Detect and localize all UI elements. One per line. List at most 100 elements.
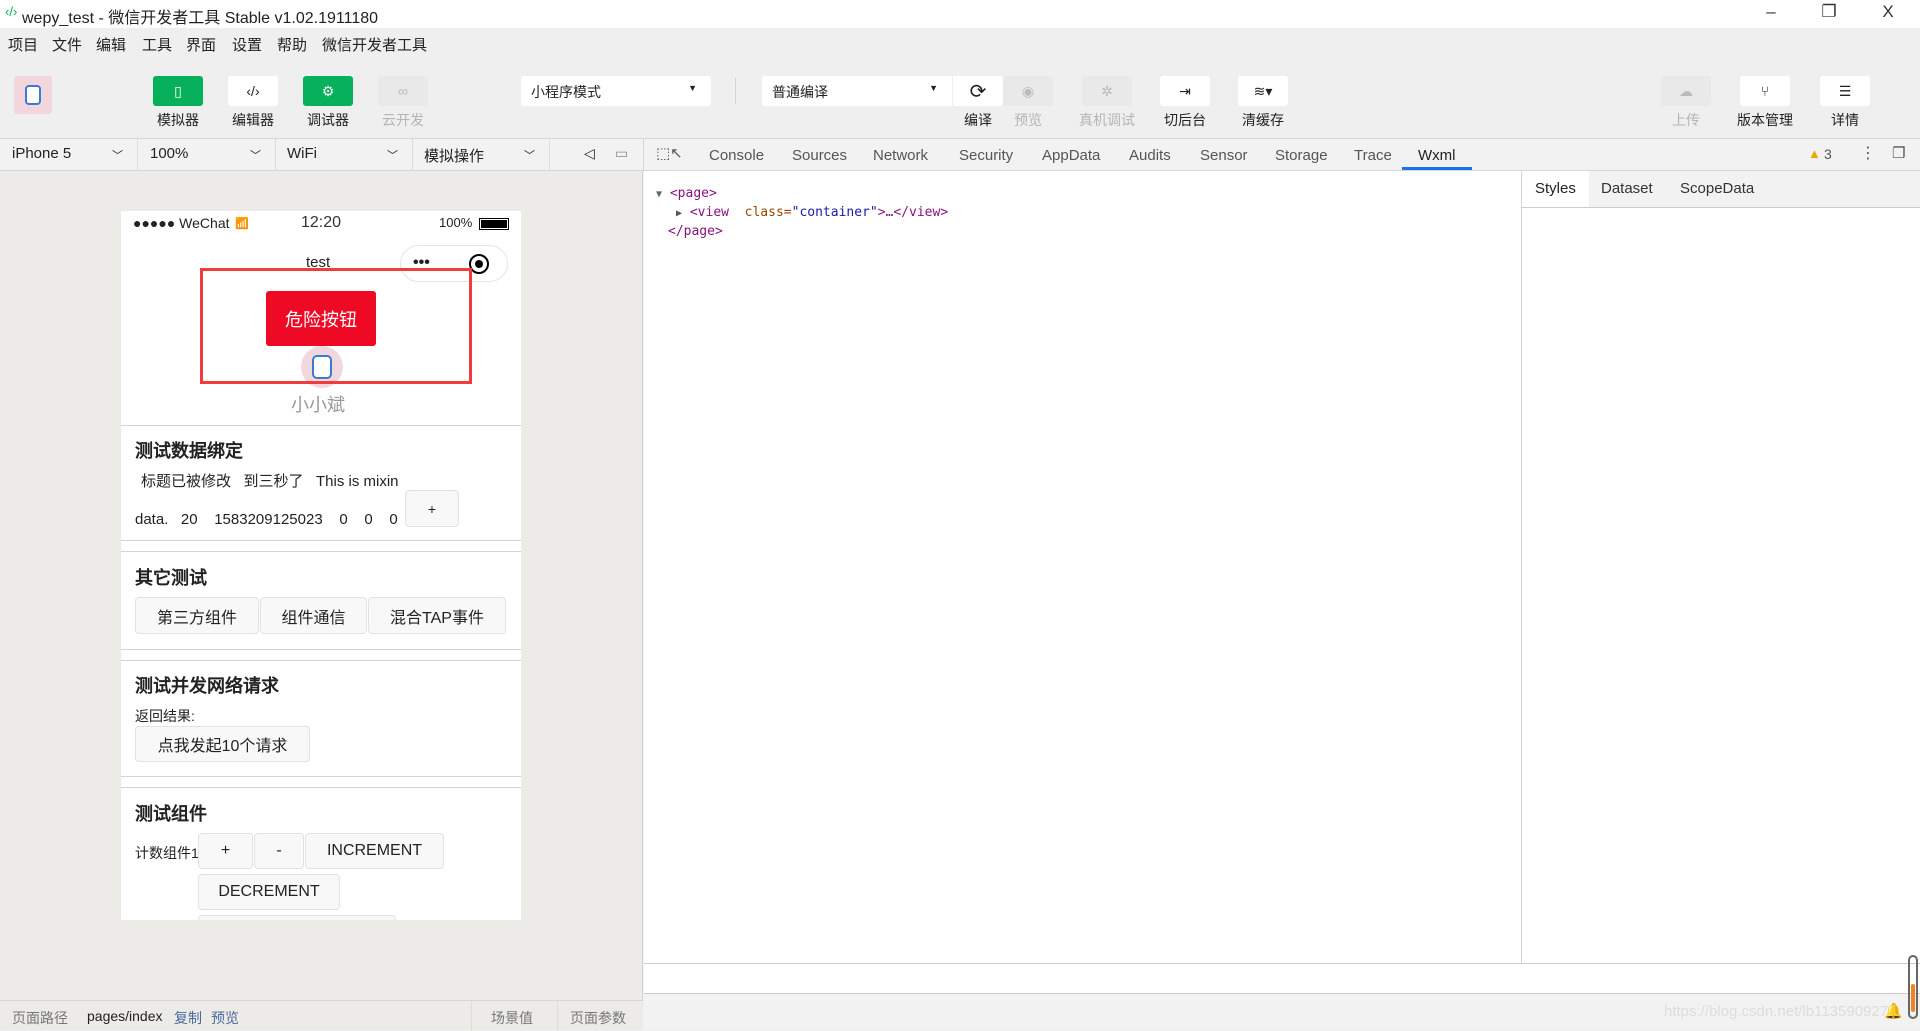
background-button[interactable]: ⇥	[1160, 76, 1210, 106]
clear-cache-button[interactable]: ≋▾	[1238, 76, 1288, 106]
collapsed-triangle-icon[interactable]: ▶	[676, 208, 682, 219]
network-value: WiFi	[287, 145, 317, 162]
divider	[471, 1001, 472, 1031]
counter-plus-button[interactable]: +	[198, 833, 253, 869]
window-title: wepy_test - 微信开发者工具 Stable v1.02.1911180	[22, 10, 379, 27]
tab-storage[interactable]: Storage	[1275, 147, 1328, 164]
notification-bell-icon[interactable]: 🔔	[1884, 1002, 1903, 1020]
menu-icon: ☰	[1838, 82, 1852, 99]
minimize-button[interactable]: –	[1751, 2, 1791, 26]
menu-file[interactable]: 文件	[52, 34, 82, 55]
tab-scopedata[interactable]: ScopeData	[1680, 180, 1754, 197]
wxml-node-page[interactable]: ▼ <page>	[656, 186, 717, 201]
scene-value-button[interactable]: 场景值	[491, 1008, 533, 1028]
tab-network[interactable]: Network	[873, 147, 928, 164]
background-label: 切后台	[1164, 112, 1206, 128]
preview-label: 预览	[1014, 112, 1042, 128]
editor-button[interactable]: ‹/›	[228, 76, 278, 106]
compile-select[interactable]: 普通编译 ▼	[762, 76, 952, 106]
expanded-triangle-icon[interactable]: ▼	[656, 189, 662, 200]
counter-minus-button[interactable]: -	[254, 833, 304, 869]
page-path-label: 页面路径	[12, 1010, 68, 1026]
close-miniprogram-icon[interactable]	[469, 254, 489, 274]
restore-button[interactable]: ❐	[1809, 2, 1849, 26]
watermark: https://blog.csdn.net/lb1135909273	[1664, 1003, 1897, 1020]
page-params-button[interactable]: 页面参数	[570, 1008, 626, 1028]
tab-sensor[interactable]: Sensor	[1200, 147, 1248, 164]
mode-select[interactable]: 小程序模式 ▼	[521, 76, 711, 106]
network-select[interactable]: WiFi ﹀	[287, 145, 402, 162]
menu-help[interactable]: 帮助	[277, 34, 307, 55]
close-button[interactable]: X	[1868, 2, 1908, 26]
send-requests-button[interactable]: 点我发起10个请求	[135, 726, 310, 762]
tab-dataset[interactable]: Dataset	[1601, 180, 1653, 197]
debugger-button[interactable]: ⚙	[303, 76, 353, 106]
dropdown-arrow-icon: ▼	[688, 83, 697, 93]
app-logo-icon: ‹/›	[5, 4, 18, 19]
tab-styles[interactable]: Styles	[1535, 180, 1576, 197]
more-options-icon[interactable]: ⋮	[1860, 143, 1876, 163]
tab-wxml[interactable]: Wxml	[1418, 147, 1456, 164]
battery-icon	[479, 218, 509, 230]
menu-wechat-devtools[interactable]: 微信开发者工具	[322, 34, 427, 55]
version-label: 版本管理	[1737, 112, 1793, 128]
sidebar-tabs: Styles Dataset ScopeData	[1522, 171, 1920, 208]
divider	[549, 139, 550, 170]
zoom-select[interactable]: 100% ﹀	[150, 145, 265, 162]
username: 小小斌	[291, 395, 345, 415]
mixed-tap-event-button[interactable]: 混合TAP事件	[368, 597, 506, 634]
wifi-icon: 📶	[235, 218, 249, 230]
third-party-component-button[interactable]: 第三方组件	[135, 597, 259, 634]
scrollbar[interactable]	[1908, 955, 1918, 1019]
component-communication-button[interactable]: 组件通信	[260, 597, 367, 634]
menu-project[interactable]: 项目	[8, 34, 38, 55]
warning-count[interactable]: 3	[1824, 146, 1832, 162]
chevron-down-icon: ﹀	[524, 150, 535, 162]
simulator-button[interactable]: ▯	[153, 76, 203, 106]
styles-sidebar: Styles Dataset ScopeData	[1522, 171, 1920, 963]
menu-edit[interactable]: 编辑	[96, 34, 126, 55]
page-path: pages/index	[87, 1008, 163, 1024]
tab-sources[interactable]: Sources	[792, 147, 847, 164]
volume-icon[interactable]: ◁	[584, 145, 595, 162]
window-icon[interactable]: ▭	[615, 145, 628, 162]
dropdown-arrow-icon: ▼	[929, 83, 938, 93]
section-title-components: 测试组件	[135, 804, 207, 824]
undock-icon[interactable]: ❐	[1892, 144, 1905, 162]
device-select[interactable]: iPhone 5 ﹀	[12, 145, 127, 162]
remote-debug-button[interactable]: ✲	[1082, 76, 1132, 106]
increment-button[interactable]: INCREMENT	[305, 833, 444, 869]
section-separator	[121, 649, 521, 661]
tab-console[interactable]: Console	[709, 147, 764, 164]
user-avatar[interactable]	[14, 76, 52, 114]
preview-button[interactable]: ◉	[1003, 76, 1053, 106]
menu-tools[interactable]: 工具	[142, 34, 172, 55]
page-open-tag: <page>	[669, 186, 717, 201]
tab-security[interactable]: Security	[959, 147, 1013, 164]
remote-debug-label: 真机调试	[1079, 112, 1135, 128]
tab-appdata[interactable]: AppData	[1042, 147, 1100, 164]
menu-view[interactable]: 界面	[186, 34, 216, 55]
upload-button[interactable]: ☁	[1661, 76, 1711, 106]
tab-audits[interactable]: Audits	[1129, 147, 1171, 164]
wxml-node-view[interactable]: ▶ <view class="container">…</view>	[676, 205, 948, 220]
binding-text: 标题已被修改 到三秒了 This is mixin	[141, 473, 399, 490]
preview-link[interactable]: 预览	[211, 1008, 239, 1028]
inspect-element-icon[interactable]: ⬚↖	[656, 144, 683, 162]
sim-ops-select[interactable]: 模拟操作 ﹀	[424, 145, 539, 166]
partial-button[interactable]	[198, 915, 396, 920]
divider	[557, 1001, 558, 1031]
compile-select-value: 普通编译	[772, 84, 828, 100]
menu-settings[interactable]: 设置	[232, 34, 262, 55]
decrement-button[interactable]: DECREMENT	[198, 874, 340, 910]
compile-button[interactable]: ⟳	[953, 76, 1003, 106]
cloud-button[interactable]: ∞	[378, 76, 428, 106]
details-button[interactable]: ☰	[1820, 76, 1870, 106]
version-button[interactable]: ⑂	[1740, 76, 1790, 106]
highlight-box	[200, 268, 472, 384]
copy-link[interactable]: 复制	[174, 1008, 202, 1028]
tab-trace[interactable]: Trace	[1354, 147, 1392, 164]
increment-data-button[interactable]: +	[405, 490, 459, 527]
branch-icon: ⑂	[1760, 83, 1770, 99]
warning-icon[interactable]: ▲	[1808, 146, 1821, 161]
